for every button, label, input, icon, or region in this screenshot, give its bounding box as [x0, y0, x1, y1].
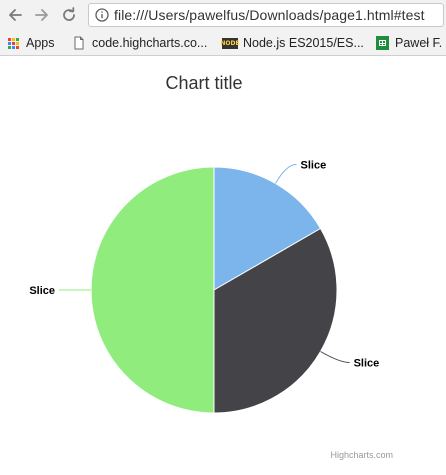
pie-slices — [90, 166, 338, 414]
pie-slice[interactable] — [90, 166, 215, 414]
address-bar[interactable]: file:///Users/pawelfus/Downloads/page1.h… — [88, 3, 444, 27]
arrow-left-icon — [9, 9, 22, 21]
bookmark-highcharts[interactable]: code.highcharts.co... — [72, 35, 207, 51]
page-icon — [74, 36, 84, 50]
slice-label: Slice — [354, 358, 380, 370]
reload-icon — [63, 7, 75, 21]
page-content: Chart title Slice Slice Slice Highcharts.c… — [0, 56, 446, 475]
bookmark-pawel[interactable]: Paweł F. — [376, 35, 442, 51]
apps-grid-icon — [8, 37, 19, 49]
nodejs-icon: NODE — [220, 37, 240, 49]
bookmark-label: Node.js ES2015/ES... — [243, 36, 364, 50]
browser-window: file:///Users/pawelfus/Downloads/page1.h… — [0, 0, 446, 475]
url-text: file:///Users/pawelfus/Downloads/page1.h… — [114, 7, 425, 23]
credits-link[interactable]: Highcharts.com — [330, 450, 393, 460]
browser-toolbar: file:///Users/pawelfus/Downloads/page1.h… — [0, 0, 446, 31]
bookmark-label: Apps — [26, 36, 55, 50]
back-button[interactable] — [5, 5, 25, 25]
info-icon[interactable] — [95, 8, 109, 22]
reload-button[interactable] — [59, 5, 79, 25]
chart-title: Chart title — [165, 73, 242, 93]
slice-label: Slice — [301, 159, 327, 171]
forward-button[interactable] — [32, 5, 52, 25]
bookmark-nodejs[interactable]: NODE Node.js ES2015/ES... — [220, 35, 364, 51]
arrow-right-icon — [35, 9, 48, 21]
label-connector — [275, 163, 297, 184]
bookmark-apps[interactable]: Apps — [8, 35, 55, 51]
slice-label: Slice — [29, 285, 55, 297]
bookmark-label: code.highcharts.co... — [92, 36, 208, 50]
label-connector — [320, 351, 350, 363]
bookmark-label: Paweł F. — [395, 36, 443, 50]
sheets-icon — [376, 36, 389, 50]
pie-chart: Chart title Slice Slice Slice Highcharts.c… — [29, 73, 393, 460]
bookmarks-bar: Apps code.highcharts.co... NODE Node.js … — [0, 30, 446, 56]
